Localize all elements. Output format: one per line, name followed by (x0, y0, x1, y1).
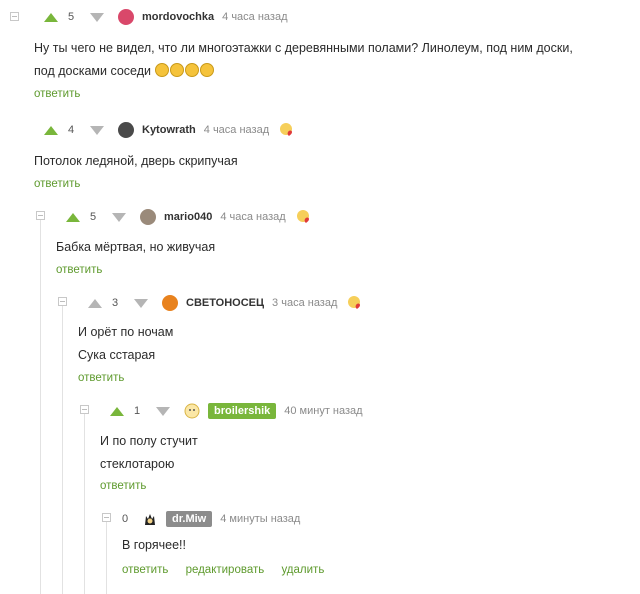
timestamp[interactable]: 4 часа назад (220, 211, 285, 223)
comment-text: И по полу стучит стеклотарою (100, 434, 198, 471)
author-name[interactable]: mordovochka (142, 11, 214, 23)
downvote-icon[interactable] (90, 125, 104, 135)
thread-line (62, 298, 63, 594)
vote-count: 0 (122, 513, 129, 525)
author-name[interactable]: СВЕТОНОСЕЦ (186, 297, 264, 309)
heart-award-icon (348, 296, 361, 309)
timestamp[interactable]: 4 часа назад (204, 124, 269, 136)
comment-text: И орёт по ночам Сука сстарая (78, 325, 174, 362)
collapse-toggle[interactable] (58, 297, 67, 306)
downvote-icon[interactable] (134, 298, 148, 308)
author-name[interactable]: mario040 (164, 211, 212, 223)
downvote-icon[interactable] (90, 12, 104, 22)
reply-link[interactable]: ответить (34, 88, 80, 100)
laughing-emoji-icon (155, 63, 170, 77)
collapse-toggle[interactable] (102, 513, 111, 522)
avatar[interactable] (118, 9, 134, 25)
collapse-toggle[interactable] (10, 12, 19, 21)
laughing-emoji-icon (185, 63, 200, 77)
author-name[interactable]: dr.Miw (166, 511, 213, 527)
upvote-icon[interactable] (88, 298, 102, 308)
comment-text: Бабка мёртвая, но живучая (56, 240, 216, 254)
upvote-icon[interactable] (44, 125, 58, 135)
heart-award-icon (296, 210, 309, 223)
thread-line (40, 212, 41, 594)
avatar[interactable] (140, 209, 156, 225)
upvote-icon[interactable] (110, 406, 124, 416)
collapse-toggle[interactable] (80, 405, 89, 414)
timestamp[interactable]: 40 минут назад (284, 405, 362, 417)
delete-link[interactable]: удалить (281, 564, 324, 576)
reply-link[interactable]: ответить (78, 372, 124, 384)
edit-link[interactable]: редактировать (186, 564, 265, 576)
comment-text: Потолок ледяной, дверь скрипучая (34, 154, 238, 168)
vote-count: 5 (90, 211, 97, 223)
vote-count: 4 (68, 124, 75, 136)
reply-link[interactable]: ответить (100, 480, 146, 492)
laughing-emoji-icon (170, 63, 185, 77)
author-name[interactable]: Kytowrath (142, 124, 196, 136)
comment-text: Ну ты чего не видел, что ли многоэтажки … (34, 41, 573, 78)
author-name[interactable]: broilershik (208, 403, 277, 419)
avatar[interactable] (142, 511, 158, 527)
collapse-toggle[interactable] (36, 211, 45, 220)
reply-link[interactable]: ответить (56, 264, 102, 276)
avatar[interactable] (162, 295, 178, 311)
avatar[interactable] (118, 122, 134, 138)
vote-count: 3 (112, 297, 119, 309)
upvote-icon[interactable] (66, 212, 80, 222)
timestamp[interactable]: 3 часа назад (272, 297, 337, 309)
downvote-icon[interactable] (156, 406, 170, 416)
upvote-icon[interactable] (44, 12, 58, 22)
laughing-emoji-icon (200, 63, 215, 77)
reply-link[interactable]: ответить (122, 564, 168, 576)
thread-line (106, 514, 107, 594)
thread-line (84, 406, 85, 594)
timestamp[interactable]: 4 минуты назад (220, 513, 300, 525)
reply-link[interactable]: ответить (34, 178, 80, 190)
downvote-icon[interactable] (112, 212, 126, 222)
vote-count: 1 (134, 405, 141, 417)
heart-award-icon (280, 123, 293, 136)
avatar[interactable] (184, 403, 200, 419)
comment-text: В горячее!! (122, 538, 186, 552)
vote-count: 5 (68, 11, 75, 23)
timestamp[interactable]: 4 часа назад (222, 11, 287, 23)
